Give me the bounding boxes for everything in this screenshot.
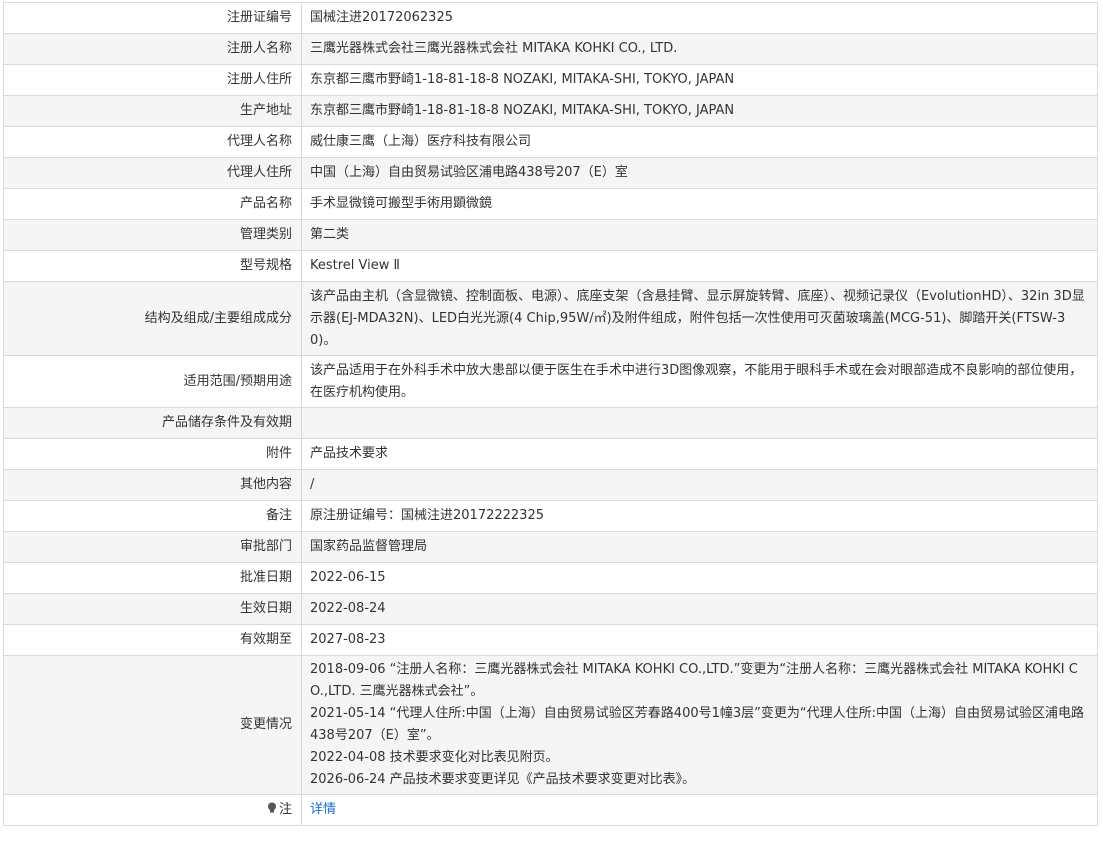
row-value: 原注册证编号：国械注进20172222325 [301,500,1098,532]
row-label: 审批部门 [3,531,302,563]
table-row: 管理类别 第二类 [3,219,1098,251]
row-value: 中国（上海）自由贸易试验区浦电路438号207（E）室 [301,157,1098,189]
row-value: 国家药品监督管理局 [301,531,1098,563]
change-history-label: 变更情况 [3,655,302,795]
row-value: Kestrel View Ⅱ [301,250,1098,282]
row-label: 管理类别 [3,219,302,251]
row-value: 第二类 [301,219,1098,251]
table-row: 型号规格 Kestrel View Ⅱ [3,250,1098,282]
change-entry: 2022-04-08 技术要求变化对比表见附页。 [310,750,559,765]
row-label: 型号规格 [3,250,302,282]
row-value [301,407,1098,439]
change-history-value: 2018-09-06 “注册人名称：三鹰光器株式会社 MITAKA KOHKI … [301,655,1098,795]
details-link[interactable]: 详情 [310,802,336,817]
change-entry: 2021-05-14 “代理人住所:中国（上海）自由贸易试验区芳春路400号1幢… [310,706,1085,743]
table-row: 注册人名称 三鹰光器株式会社三鹰光器株式会社 MITAKA KOHKI CO.,… [3,33,1098,65]
row-value: 该产品由主机（含显微镜、控制面板、电源）、底座支架（含悬挂臂、显示屏旋转臂、底座… [301,281,1098,356]
row-value: 2022-08-24 [301,593,1098,625]
row-value: 2022-06-15 [301,562,1098,594]
table-row: 批准日期 2022-06-15 [3,562,1098,594]
table-row: 注册人住所 东京都三鹰市野崎1-18-81-18-8 NOZAKI, MITAK… [3,64,1098,96]
lightbulb-icon [267,802,276,813]
table-row: 产品名称 手术显微镜可搬型手術用顕微鏡 [3,188,1098,220]
row-value: 手术显微镜可搬型手術用顕微鏡 [301,188,1098,220]
table-row: 附件 产品技术要求 [3,438,1098,470]
row-value: 国械注进20172062325 [301,2,1098,34]
row-label: 附件 [3,438,302,470]
row-label: 备注 [3,500,302,532]
row-label: 有效期至 [3,624,302,656]
row-label: 代理人住所 [3,157,302,189]
row-label: 注册人住所 [3,64,302,96]
row-label: 生产地址 [3,95,302,127]
row-label: 产品储存条件及有效期 [3,407,302,439]
row-label: 产品名称 [3,188,302,220]
change-history-row: 变更情况 2018-09-06 “注册人名称：三鹰光器株式会社 MITAKA K… [3,655,1098,795]
change-entry: 2026-06-24 产品技术要求变更详见《产品技术要求变更对比表》。 [310,772,696,787]
row-label: 代理人名称 [3,126,302,158]
row-label: 结构及组成/主要组成成分 [3,281,302,356]
table-row: 代理人名称 威仕康三鹰（上海）医疗科技有限公司 [3,126,1098,158]
row-value: 2027-08-23 [301,624,1098,656]
row-value: / [301,469,1098,501]
registration-table: 注册证编号 国械注进20172062325 注册人名称 三鹰光器株式会社三鹰光器… [3,2,1098,826]
table-row: 结构及组成/主要组成成分 该产品由主机（含显微镜、控制面板、电源）、底座支架（含… [3,281,1098,356]
table-row: 审批部门 国家药品监督管理局 [3,531,1098,563]
note-label: 注 [278,802,292,817]
row-label: 其他内容 [3,469,302,501]
table-row: 代理人住所 中国（上海）自由贸易试验区浦电路438号207（E）室 [3,157,1098,189]
table-row: 生产地址 东京都三鹰市野崎1-18-81-18-8 NOZAKI, MITAKA… [3,95,1098,127]
row-value: 产品技术要求 [301,438,1098,470]
row-value: 该产品适用于在外科手术中放大患部以便于医生在手术中进行3D图像观察，不能用于眼科… [301,355,1098,408]
note-row: 注 详情 [3,794,1098,826]
table-row: 产品储存条件及有效期 [3,407,1098,439]
table-row: 其他内容 / [3,469,1098,501]
row-value: 东京都三鹰市野崎1-18-81-18-8 NOZAKI, MITAKA-SHI,… [301,95,1098,127]
note-value: 详情 [301,794,1098,826]
row-label: 注册证编号 [3,2,302,34]
row-label: 生效日期 [3,593,302,625]
note-label-cell: 注 [3,794,302,826]
row-label: 批准日期 [3,562,302,594]
table-row: 有效期至 2027-08-23 [3,624,1098,656]
row-label: 注册人名称 [3,33,302,65]
table-row: 注册证编号 国械注进20172062325 [3,2,1098,34]
change-entry: 2018-09-06 “注册人名称：三鹰光器株式会社 MITAKA KOHKI … [310,662,1078,699]
table-row: 适用范围/预期用途 该产品适用于在外科手术中放大患部以便于医生在手术中进行3D图… [3,355,1098,408]
row-label: 适用范围/预期用途 [3,355,302,408]
row-value: 东京都三鹰市野崎1-18-81-18-8 NOZAKI, MITAKA-SHI,… [301,64,1098,96]
table-row: 生效日期 2022-08-24 [3,593,1098,625]
row-value: 三鹰光器株式会社三鹰光器株式会社 MITAKA KOHKI CO., LTD. [301,33,1098,65]
table-row: 备注 原注册证编号：国械注进20172222325 [3,500,1098,532]
row-value: 威仕康三鹰（上海）医疗科技有限公司 [301,126,1098,158]
